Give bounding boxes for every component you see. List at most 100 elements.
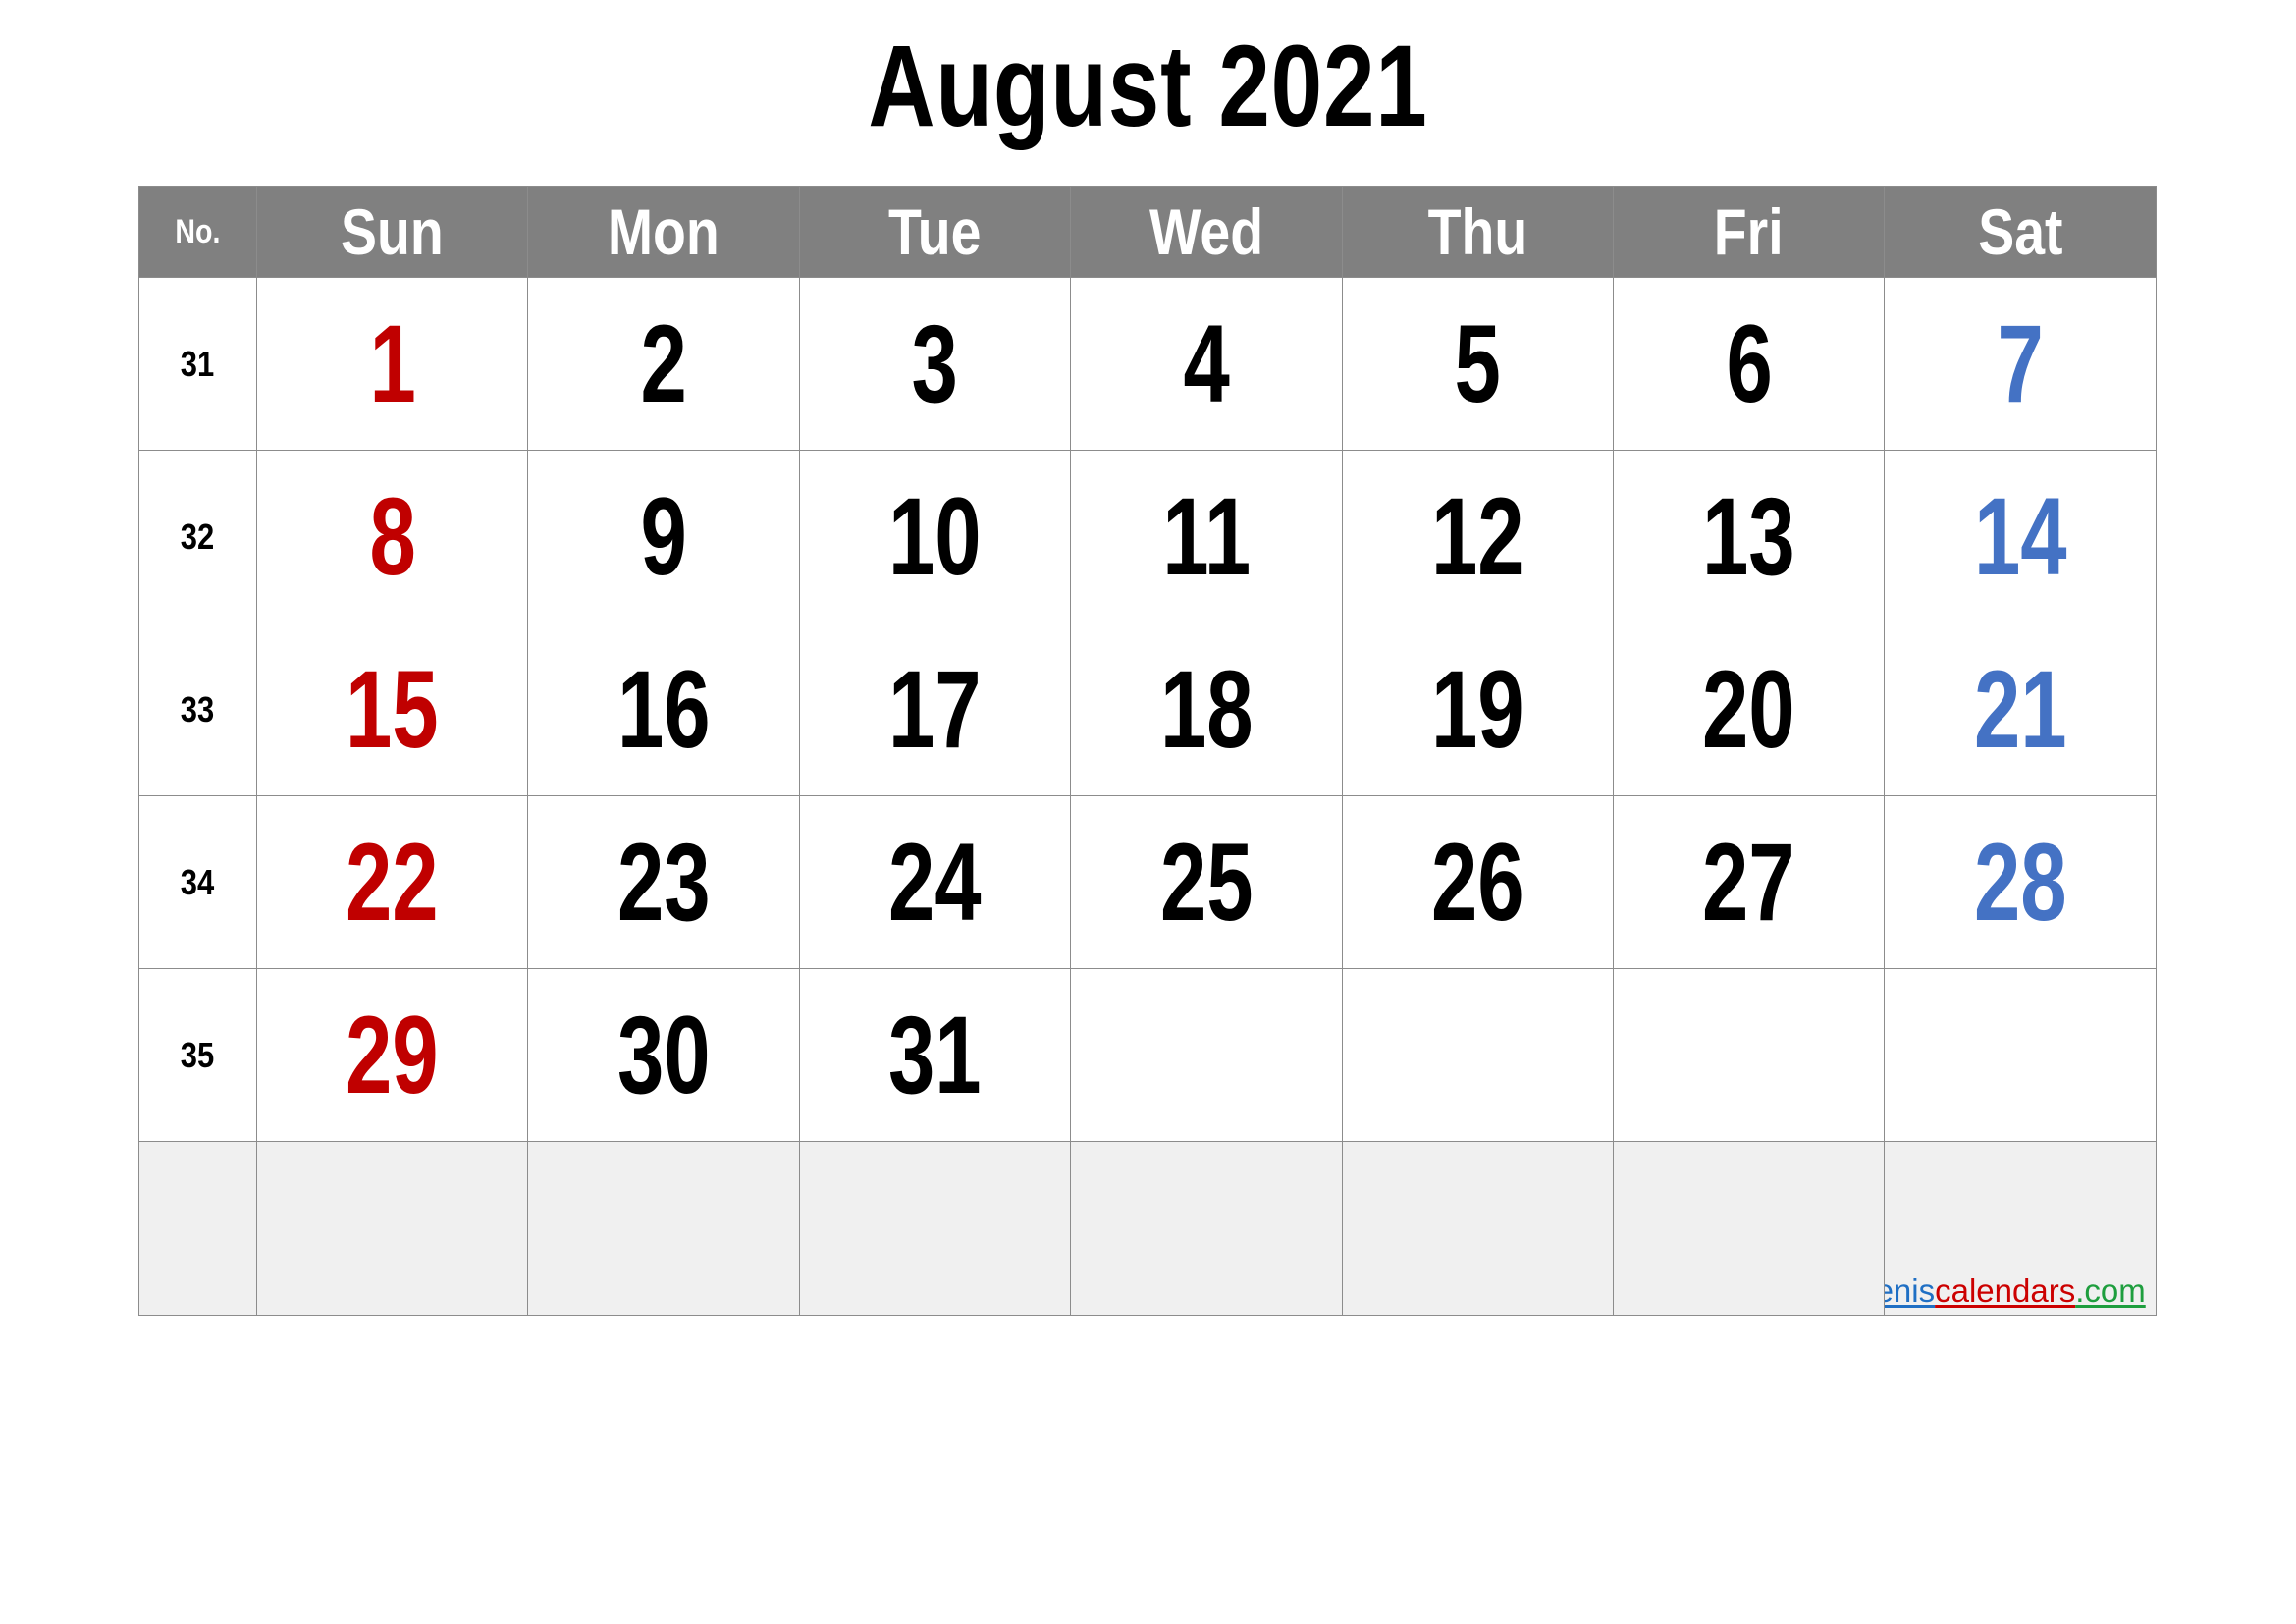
calendar-day-cell[interactable]: 2 — [527, 277, 800, 451]
day-number: 21 — [1973, 647, 2067, 771]
week-number-label: 33 — [181, 688, 215, 730]
calendar-day-cell[interactable]: 27 — [1612, 795, 1886, 969]
week-number-label: 35 — [181, 1034, 215, 1075]
calendar-day-cell[interactable]: 28 — [1884, 795, 2157, 969]
day-number: 8 — [369, 474, 416, 598]
header-day-tue: Tue — [798, 186, 1072, 278]
calendar-day-cell[interactable]: 5 — [1341, 277, 1614, 451]
calendar-day-cell[interactable]: 4 — [1070, 277, 1343, 451]
calendar-day-cell[interactable]: 15 — [255, 623, 529, 796]
calendar-empty-cell — [1070, 1141, 1343, 1316]
week-number-cell: 33 — [138, 623, 257, 796]
watermark[interactable]: wheniscalendars.com — [1886, 1272, 2146, 1309]
week-number-cell: 34 — [138, 795, 257, 969]
calendar-empty-cell — [1070, 968, 1343, 1142]
week-number-cell: 31 — [138, 277, 257, 451]
calendar-day-cell[interactable]: 21 — [1884, 623, 2157, 796]
header-day-mon: Mon — [527, 186, 800, 278]
calendar-empty-cell — [1884, 968, 2157, 1142]
header-day-fri: Fri — [1612, 186, 1886, 278]
calendar-week-row: 33 15 16 17 18 19 20 21 — [138, 623, 2157, 796]
day-number: 3 — [911, 301, 959, 425]
header-day-sat: Sat — [1884, 186, 2157, 278]
week-number-cell: 35 — [138, 968, 257, 1142]
header-day-mon-label: Mon — [608, 195, 721, 268]
day-number: 31 — [888, 993, 982, 1116]
day-number: 12 — [1430, 474, 1524, 598]
day-number: 19 — [1430, 647, 1524, 771]
day-number: 17 — [888, 647, 982, 771]
calendar-day-cell[interactable]: 11 — [1070, 450, 1343, 623]
day-number: 28 — [1973, 820, 2067, 944]
day-number: 14 — [1973, 474, 2067, 598]
header-day-fri-label: Fri — [1714, 195, 1785, 268]
calendar-day-cell[interactable]: 12 — [1341, 450, 1614, 623]
header-day-sat-label: Sat — [1977, 195, 2063, 268]
calendar-day-cell[interactable]: 3 — [798, 277, 1072, 451]
header-day-thu-label: Thu — [1427, 195, 1528, 268]
watermark-part-whenis: whenis — [1886, 1272, 1936, 1309]
header-week-number-label: No. — [175, 212, 221, 250]
week-number-label: 31 — [181, 343, 215, 384]
calendar-grid: No. Sun Mon Tue Wed Thu Fri Sat 31 1 2 3… — [138, 186, 2157, 1316]
header-day-thu: Thu — [1341, 186, 1614, 278]
calendar-empty-cell — [1341, 968, 1614, 1142]
day-number: 22 — [346, 820, 440, 944]
calendar-day-cell[interactable]: 1 — [255, 277, 529, 451]
calendar-empty-cell — [1341, 1141, 1614, 1316]
day-number: 4 — [1183, 301, 1230, 425]
calendar-day-cell[interactable]: 29 — [255, 968, 529, 1142]
calendar-body: 31 1 2 3 4 5 6 7 32 8 9 10 11 12 13 14 33 15 16 17 18 19 20 21 3… — [138, 277, 2157, 1316]
calendar-day-cell[interactable]: 6 — [1612, 277, 1886, 451]
day-number: 27 — [1702, 820, 1795, 944]
watermark-part-com: .com — [2075, 1272, 2146, 1309]
calendar-day-cell[interactable]: 10 — [798, 450, 1072, 623]
week-number-cell: 32 — [138, 450, 257, 623]
calendar-empty-cell — [798, 1141, 1072, 1316]
day-number: 26 — [1430, 820, 1524, 944]
day-number: 13 — [1702, 474, 1795, 598]
calendar-week-row: 31 1 2 3 4 5 6 7 — [138, 277, 2157, 451]
calendar-empty-cell — [1612, 968, 1886, 1142]
calendar-day-cell[interactable]: 16 — [527, 623, 800, 796]
calendar-page: August 2021 No. Sun Mon Tue Wed Thu Fri … — [0, 0, 2296, 1624]
header-day-wed-label: Wed — [1148, 195, 1263, 268]
header-week-number: No. — [138, 186, 257, 278]
calendar-day-cell[interactable]: 30 — [527, 968, 800, 1142]
week-number-cell — [138, 1141, 257, 1316]
calendar-empty-cell: wheniscalendars.com — [1884, 1141, 2157, 1316]
calendar-day-cell[interactable]: 31 — [798, 968, 1072, 1142]
day-number: 25 — [1159, 820, 1254, 944]
day-number: 18 — [1159, 647, 1254, 771]
page-title: August 2021 — [868, 22, 1428, 151]
calendar-day-cell[interactable]: 8 — [255, 450, 529, 623]
calendar-day-cell[interactable]: 23 — [527, 795, 800, 969]
calendar-day-cell[interactable]: 26 — [1341, 795, 1614, 969]
day-number: 9 — [640, 474, 687, 598]
calendar-day-cell[interactable]: 17 — [798, 623, 1072, 796]
calendar-week-row: 34 22 23 24 25 26 27 28 — [138, 795, 2157, 969]
header-day-sun-label: Sun — [341, 195, 445, 268]
week-number-label: 32 — [181, 515, 215, 557]
day-number: 5 — [1454, 301, 1501, 425]
week-number-label: 34 — [181, 861, 215, 902]
day-number: 15 — [346, 647, 440, 771]
calendar-day-cell[interactable]: 7 — [1884, 277, 2157, 451]
day-number: 29 — [346, 993, 440, 1116]
day-number: 2 — [640, 301, 687, 425]
calendar-day-cell[interactable]: 14 — [1884, 450, 2157, 623]
calendar-header-row: No. Sun Mon Tue Wed Thu Fri Sat — [138, 186, 2157, 278]
day-number: 10 — [888, 474, 982, 598]
calendar-day-cell[interactable]: 20 — [1612, 623, 1886, 796]
calendar-empty-cell — [255, 1141, 529, 1316]
calendar-day-cell[interactable]: 25 — [1070, 795, 1343, 969]
calendar-week-row: wheniscalendars.com — [138, 1141, 2157, 1316]
calendar-day-cell[interactable]: 13 — [1612, 450, 1886, 623]
header-day-sun: Sun — [255, 186, 529, 278]
calendar-day-cell[interactable]: 9 — [527, 450, 800, 623]
calendar-day-cell[interactable]: 19 — [1341, 623, 1614, 796]
day-number: 11 — [1161, 474, 1251, 598]
calendar-day-cell[interactable]: 22 — [255, 795, 529, 969]
calendar-day-cell[interactable]: 18 — [1070, 623, 1343, 796]
calendar-day-cell[interactable]: 24 — [798, 795, 1072, 969]
